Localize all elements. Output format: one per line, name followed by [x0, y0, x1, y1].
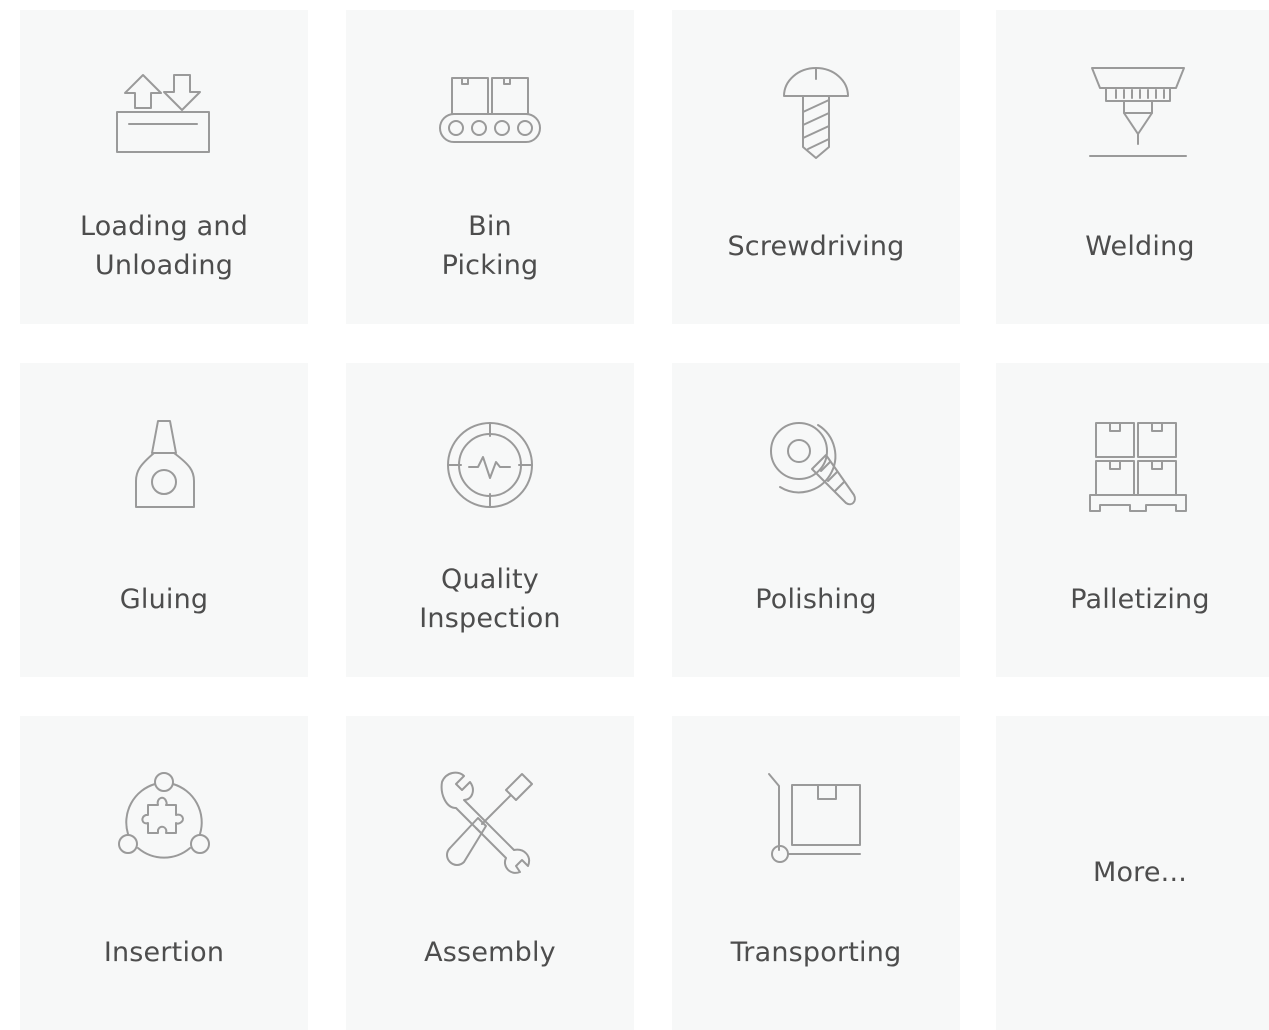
- welding-torch-icon: [1089, 62, 1190, 172]
- glue-bottle-icon: [114, 415, 214, 525]
- card-insertion[interactable]: Insertion: [20, 716, 308, 1030]
- card-palletizing[interactable]: Palletizing: [996, 363, 1269, 677]
- card-label: Screwdriving: [727, 231, 905, 262]
- loading-unloading-icon: [114, 62, 214, 172]
- card-label: Palletizing: [1070, 584, 1210, 615]
- card-label: Gluing: [119, 584, 209, 615]
- card-bin-picking[interactable]: Bin Picking: [346, 10, 634, 324]
- screw-icon: [766, 62, 866, 172]
- card-label: Bin Picking: [441, 211, 539, 281]
- card-label: Polishing: [755, 584, 877, 615]
- puzzle-piece-icon: [114, 768, 214, 878]
- card-label: Loading and Unloading: [79, 211, 249, 281]
- card-assembly[interactable]: Assembly: [346, 716, 634, 1030]
- inspection-gauge-icon: [440, 415, 540, 525]
- hand-truck-icon: [766, 768, 866, 878]
- card-label: Assembly: [424, 937, 556, 968]
- wrench-screwdriver-icon: [440, 768, 540, 878]
- card-polishing[interactable]: Polishing: [672, 363, 960, 677]
- card-screwdriving[interactable]: Screwdriving: [672, 10, 960, 324]
- application-grid: Loading and Unloading Bin Picking Screwd…: [0, 0, 1269, 1030]
- card-more[interactable]: More...: [996, 716, 1269, 1030]
- card-label: Quality Inspection: [419, 564, 561, 634]
- card-label: Welding: [1085, 231, 1195, 262]
- conveyor-icon: [439, 62, 541, 172]
- pallet-boxes-icon: [1089, 415, 1190, 525]
- card-label: Insertion: [103, 937, 225, 968]
- card-loading-unloading[interactable]: Loading and Unloading: [20, 10, 308, 324]
- card-welding[interactable]: Welding: [996, 10, 1269, 324]
- card-gluing[interactable]: Gluing: [20, 363, 308, 677]
- card-transporting[interactable]: Transporting: [672, 716, 960, 1030]
- card-label: Transporting: [730, 937, 902, 968]
- polishing-wheel-icon: [766, 415, 866, 525]
- more-link[interactable]: More...: [996, 853, 1269, 892]
- card-quality-inspection[interactable]: Quality Inspection: [346, 363, 634, 677]
